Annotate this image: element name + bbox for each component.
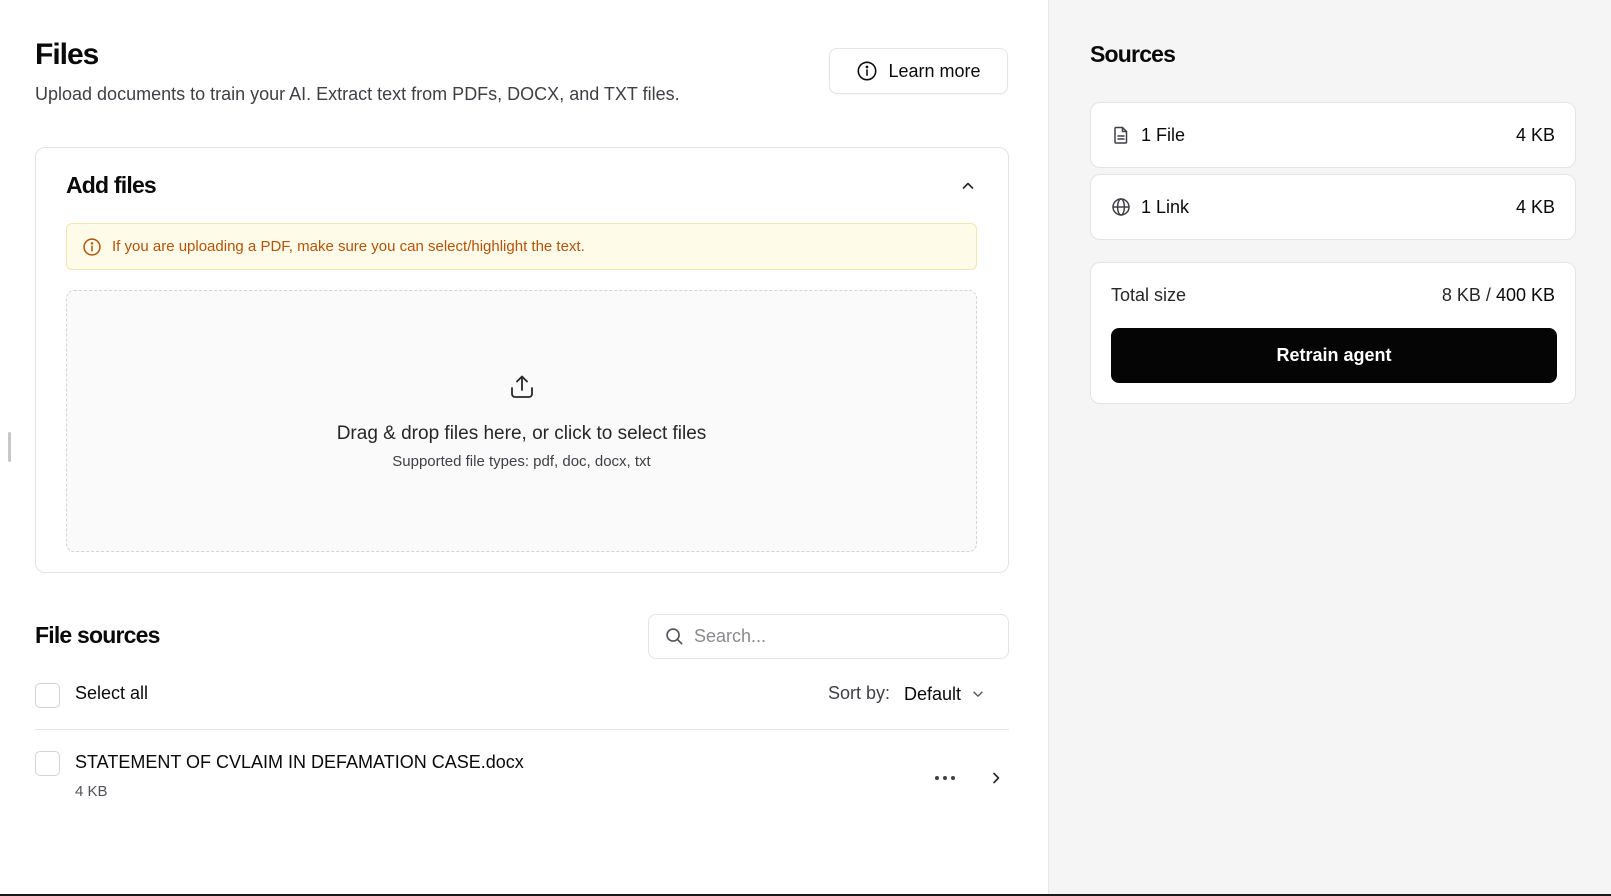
upload-icon: [511, 375, 533, 398]
total-separator: /: [1485, 285, 1491, 305]
info-icon: [857, 61, 877, 81]
learn-more-button[interactable]: Learn more: [829, 48, 1008, 94]
source-files-label: 1 File: [1141, 124, 1186, 145]
globe-icon: [1112, 198, 1130, 216]
dropzone-subtitle: Supported file types: pdf, doc, docx, tx…: [392, 453, 651, 470]
file-size: 4 KB: [75, 783, 108, 800]
total-used: 8 KB: [1441, 285, 1481, 305]
info-icon: [83, 237, 101, 256]
resize-handle[interactable]: [8, 432, 11, 462]
page-subtitle: Upload documents to train your AI. Extra…: [35, 84, 680, 104]
add-files-title: Add files: [66, 172, 157, 198]
dropzone-title: Drag & drop files here, or click to sele…: [336, 423, 707, 444]
more-options-button[interactable]: [930, 763, 960, 793]
chevron-right-icon: [993, 772, 1000, 784]
alert-text: If you are uploading a PDF, make sure yo…: [112, 238, 585, 255]
chevron-down-icon: [973, 691, 983, 697]
learn-more-label: Learn more: [888, 60, 981, 81]
sort-value: Default: [904, 683, 962, 704]
sources-title: Sources: [1090, 41, 1176, 67]
pdf-warning-alert: If you are uploading a PDF, make sure yo…: [66, 223, 977, 270]
sort-label: Sort by:: [828, 683, 891, 703]
sort-select[interactable]: Default: [904, 675, 985, 713]
add-files-card: Add files If you are uploading a PDF, ma…: [35, 147, 1009, 573]
file-sources-title: File sources: [35, 622, 160, 648]
select-all-checkbox[interactable]: [35, 683, 60, 708]
total-size-value: 8 KB / 400 KB: [1442, 285, 1555, 306]
file-name[interactable]: STATEMENT OF CVLAIM IN DEFAMATION CASE.d…: [75, 752, 524, 773]
source-links-size: 4 KB: [1515, 196, 1555, 217]
search-icon: [666, 628, 683, 645]
main-panel: Files Upload documents to train your AI.…: [0, 0, 1048, 896]
more-horizontal-icon: [935, 776, 955, 780]
open-file-button[interactable]: [983, 763, 1009, 793]
sources-panel: Sources 1 File 4 KB 1 Link 4 KB Total si…: [1048, 0, 1611, 896]
search-box: [648, 614, 1009, 659]
total-size-label: Total size: [1111, 285, 1187, 305]
collapse-button[interactable]: [954, 172, 982, 200]
file-icon: [1114, 126, 1128, 144]
total-limit: 400 KB: [1495, 285, 1555, 305]
source-files-size: 4 KB: [1515, 124, 1555, 145]
list-divider: [35, 729, 1009, 730]
total-size-card: Total size 8 KB / 400 KB Retrain agent: [1090, 262, 1576, 404]
search-input[interactable]: [694, 626, 994, 647]
source-links-row: 1 Link 4 KB: [1090, 174, 1576, 240]
page-title: Files: [35, 38, 99, 71]
select-all-label: Select all: [75, 683, 149, 703]
file-dropzone[interactable]: Drag & drop files here, or click to sele…: [66, 290, 977, 552]
retrain-agent-button[interactable]: Retrain agent: [1111, 328, 1557, 383]
source-links-label: 1 Link: [1141, 196, 1190, 217]
chevron-up-icon: [962, 182, 974, 189]
source-files-row: 1 File 4 KB: [1090, 102, 1576, 168]
file-row-checkbox[interactable]: [35, 751, 60, 776]
